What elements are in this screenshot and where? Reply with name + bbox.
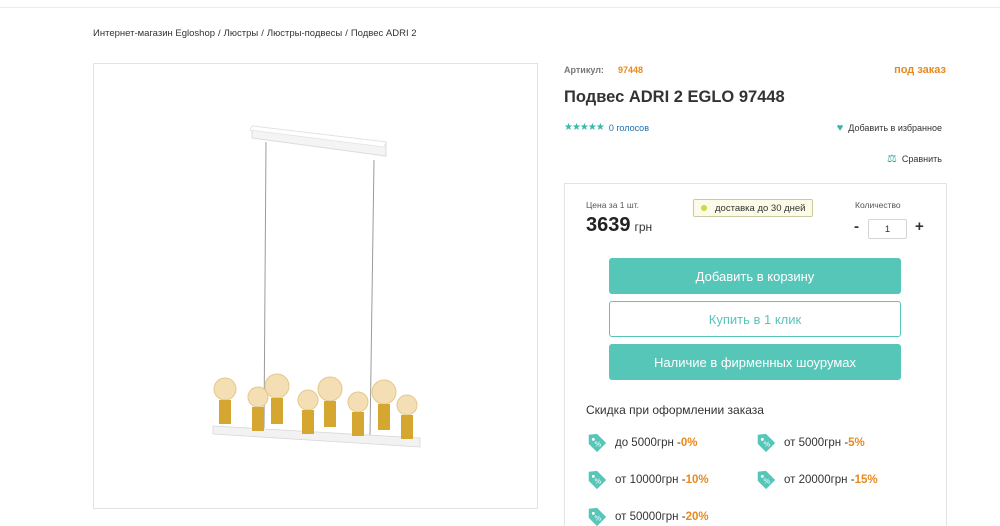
discount-threshold: до 5000грн -: [615, 437, 681, 449]
product-image[interactable]: [93, 63, 538, 509]
delivery-label: доставка до 30 дней: [715, 202, 806, 214]
breadcrumb-home[interactable]: Интернет-магазин Egloshop: [93, 28, 215, 39]
article-label: Артикул:: [564, 65, 604, 75]
discount-threshold: от 20000грн -: [784, 474, 855, 486]
svg-text:%: %: [594, 477, 601, 486]
availability-status: под заказ: [894, 64, 946, 76]
svg-text:%: %: [594, 514, 601, 523]
discount-percent: 20%: [685, 511, 709, 523]
breadcrumb-separator: /: [345, 28, 348, 39]
votes-link[interactable]: 0 голосов: [609, 123, 649, 133]
discount-tag-icon: %: [757, 470, 776, 490]
price-value: 3639: [586, 214, 631, 236]
discount-percent: 15%: [854, 474, 878, 486]
price: 3639 грн: [586, 214, 652, 237]
article-number: Артикул: 97448: [564, 65, 643, 75]
price-caption: Цена за 1 шт.: [586, 200, 640, 210]
scales-icon: ⚖: [887, 153, 897, 165]
breadcrumb-chandeliers[interactable]: Люстры: [224, 28, 259, 39]
discount-threshold: от 5000грн -: [784, 437, 849, 449]
compare-label: Сравнить: [901, 153, 942, 164]
quantity-input[interactable]: [868, 219, 907, 239]
breadcrumb-current: Подвес ADRI 2: [350, 28, 417, 39]
quantity-caption: Количество: [855, 200, 901, 210]
discount-threshold: от 50000грн -: [615, 511, 686, 523]
add-to-favorites[interactable]: ♥ Добавить в избранное: [837, 122, 942, 134]
add-to-cart-button[interactable]: Добавить в корзину: [609, 258, 901, 294]
discount-tier: % до 5000грн - 0%: [586, 432, 697, 454]
breadcrumb-separator: /: [218, 28, 221, 39]
article-code: 97448: [617, 65, 643, 75]
breadcrumb-pendant-chandeliers[interactable]: Люстры-подвесы: [267, 28, 342, 39]
breadcrumb-separator: /: [261, 28, 264, 39]
discount-percent: 10%: [685, 474, 709, 486]
buy-panel: Цена за 1 шт. 3639 грн доставка до 30 дне…: [564, 183, 947, 526]
svg-text:%: %: [763, 440, 770, 449]
discount-tag-icon: %: [588, 507, 607, 526]
breadcrumb: Интернет-магазин Egloshop / Люстры / Люстры-…: [93, 28, 417, 39]
discount-tag-icon: %: [588, 470, 607, 490]
discount-tier: % от 20000грн - 15%: [755, 469, 878, 491]
discount-percent: 0%: [680, 437, 698, 449]
discount-tier: % от 10000грн - 10%: [586, 469, 709, 491]
top-header-strip: [0, 0, 1000, 8]
buy-one-click-button[interactable]: Купить в 1 клик: [609, 301, 901, 337]
product-title: Подвес ADRI 2 EGLO 97448: [564, 88, 785, 106]
compare-link[interactable]: ⚖ Сравнить: [887, 152, 942, 165]
discount-tag-icon: %: [588, 433, 607, 453]
rating: ★★★★★ 0 голосов: [564, 122, 649, 133]
price-currency: грн: [634, 220, 653, 234]
svg-text:%: %: [763, 477, 770, 486]
rating-stars-icon[interactable]: ★★★★★: [564, 122, 605, 133]
quantity-increase-button[interactable]: +: [915, 218, 924, 235]
discount-title: Скидка при оформлении заказа: [586, 403, 764, 417]
discount-percent: 5%: [848, 437, 865, 449]
delivery-badge: доставка до 30 дней: [693, 199, 813, 217]
heart-icon: ♥: [836, 122, 844, 134]
discount-tier: % от 5000грн - 5%: [755, 432, 865, 454]
delivery-dot-icon: [701, 205, 707, 211]
add-to-favorites-label: Добавить в избранное: [848, 123, 942, 133]
quantity-decrease-button[interactable]: -: [854, 218, 859, 235]
showroom-availability-button[interactable]: Наличие в фирменных шоурумах: [609, 344, 901, 380]
discount-tag-icon: %: [757, 433, 776, 453]
svg-text:%: %: [594, 440, 601, 449]
discount-threshold: от 10000грн -: [615, 474, 686, 486]
discount-tier: % от 50000грн - 20%: [586, 506, 709, 526]
pendant-lamp-image: [212, 125, 421, 448]
